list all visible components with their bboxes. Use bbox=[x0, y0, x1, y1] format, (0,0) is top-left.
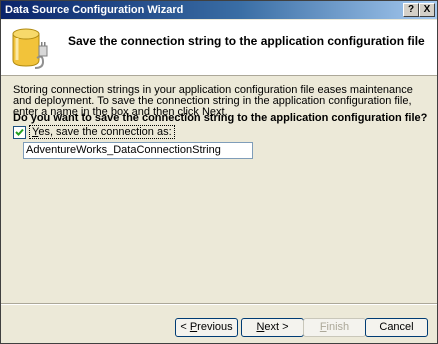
save-connection-checkbox[interactable] bbox=[13, 126, 26, 139]
footer-divider bbox=[1, 303, 437, 305]
cancel-button[interactable]: Cancel bbox=[365, 318, 428, 337]
next-label: ext > bbox=[264, 321, 289, 333]
save-connection-label[interactable]: Yes, save the connection as: bbox=[29, 125, 175, 139]
window-title: Data Source Configuration Wizard bbox=[5, 4, 184, 16]
finish-label: inish bbox=[326, 321, 350, 333]
finish-button[interactable]: Finish bbox=[303, 318, 366, 337]
wizard-window: Data Source Configuration Wizard ? X Sav… bbox=[0, 0, 438, 344]
wizard-content: Storing connection strings in your appli… bbox=[1, 76, 437, 301]
page-title: Save the connection string to the applic… bbox=[68, 34, 425, 48]
finish-mnemonic: F bbox=[319, 321, 327, 333]
checkmark-icon bbox=[15, 128, 24, 136]
database-icon bbox=[9, 24, 51, 76]
previous-arrow: < bbox=[180, 321, 190, 333]
close-button[interactable]: X bbox=[419, 3, 435, 17]
previous-button[interactable]: < Previous bbox=[175, 318, 238, 337]
help-button[interactable]: ? bbox=[403, 3, 419, 17]
connection-name-input[interactable] bbox=[23, 142, 253, 159]
save-connection-label-text: es, save the connection as: bbox=[38, 126, 172, 138]
question-text: Do you want to save the connection strin… bbox=[13, 112, 428, 124]
next-button[interactable]: Next > bbox=[241, 318, 304, 337]
previous-label: revious bbox=[197, 321, 233, 333]
title-bar[interactable]: Data Source Configuration Wizard ? X bbox=[1, 1, 437, 19]
wizard-header: Save the connection string to the applic… bbox=[1, 20, 437, 76]
